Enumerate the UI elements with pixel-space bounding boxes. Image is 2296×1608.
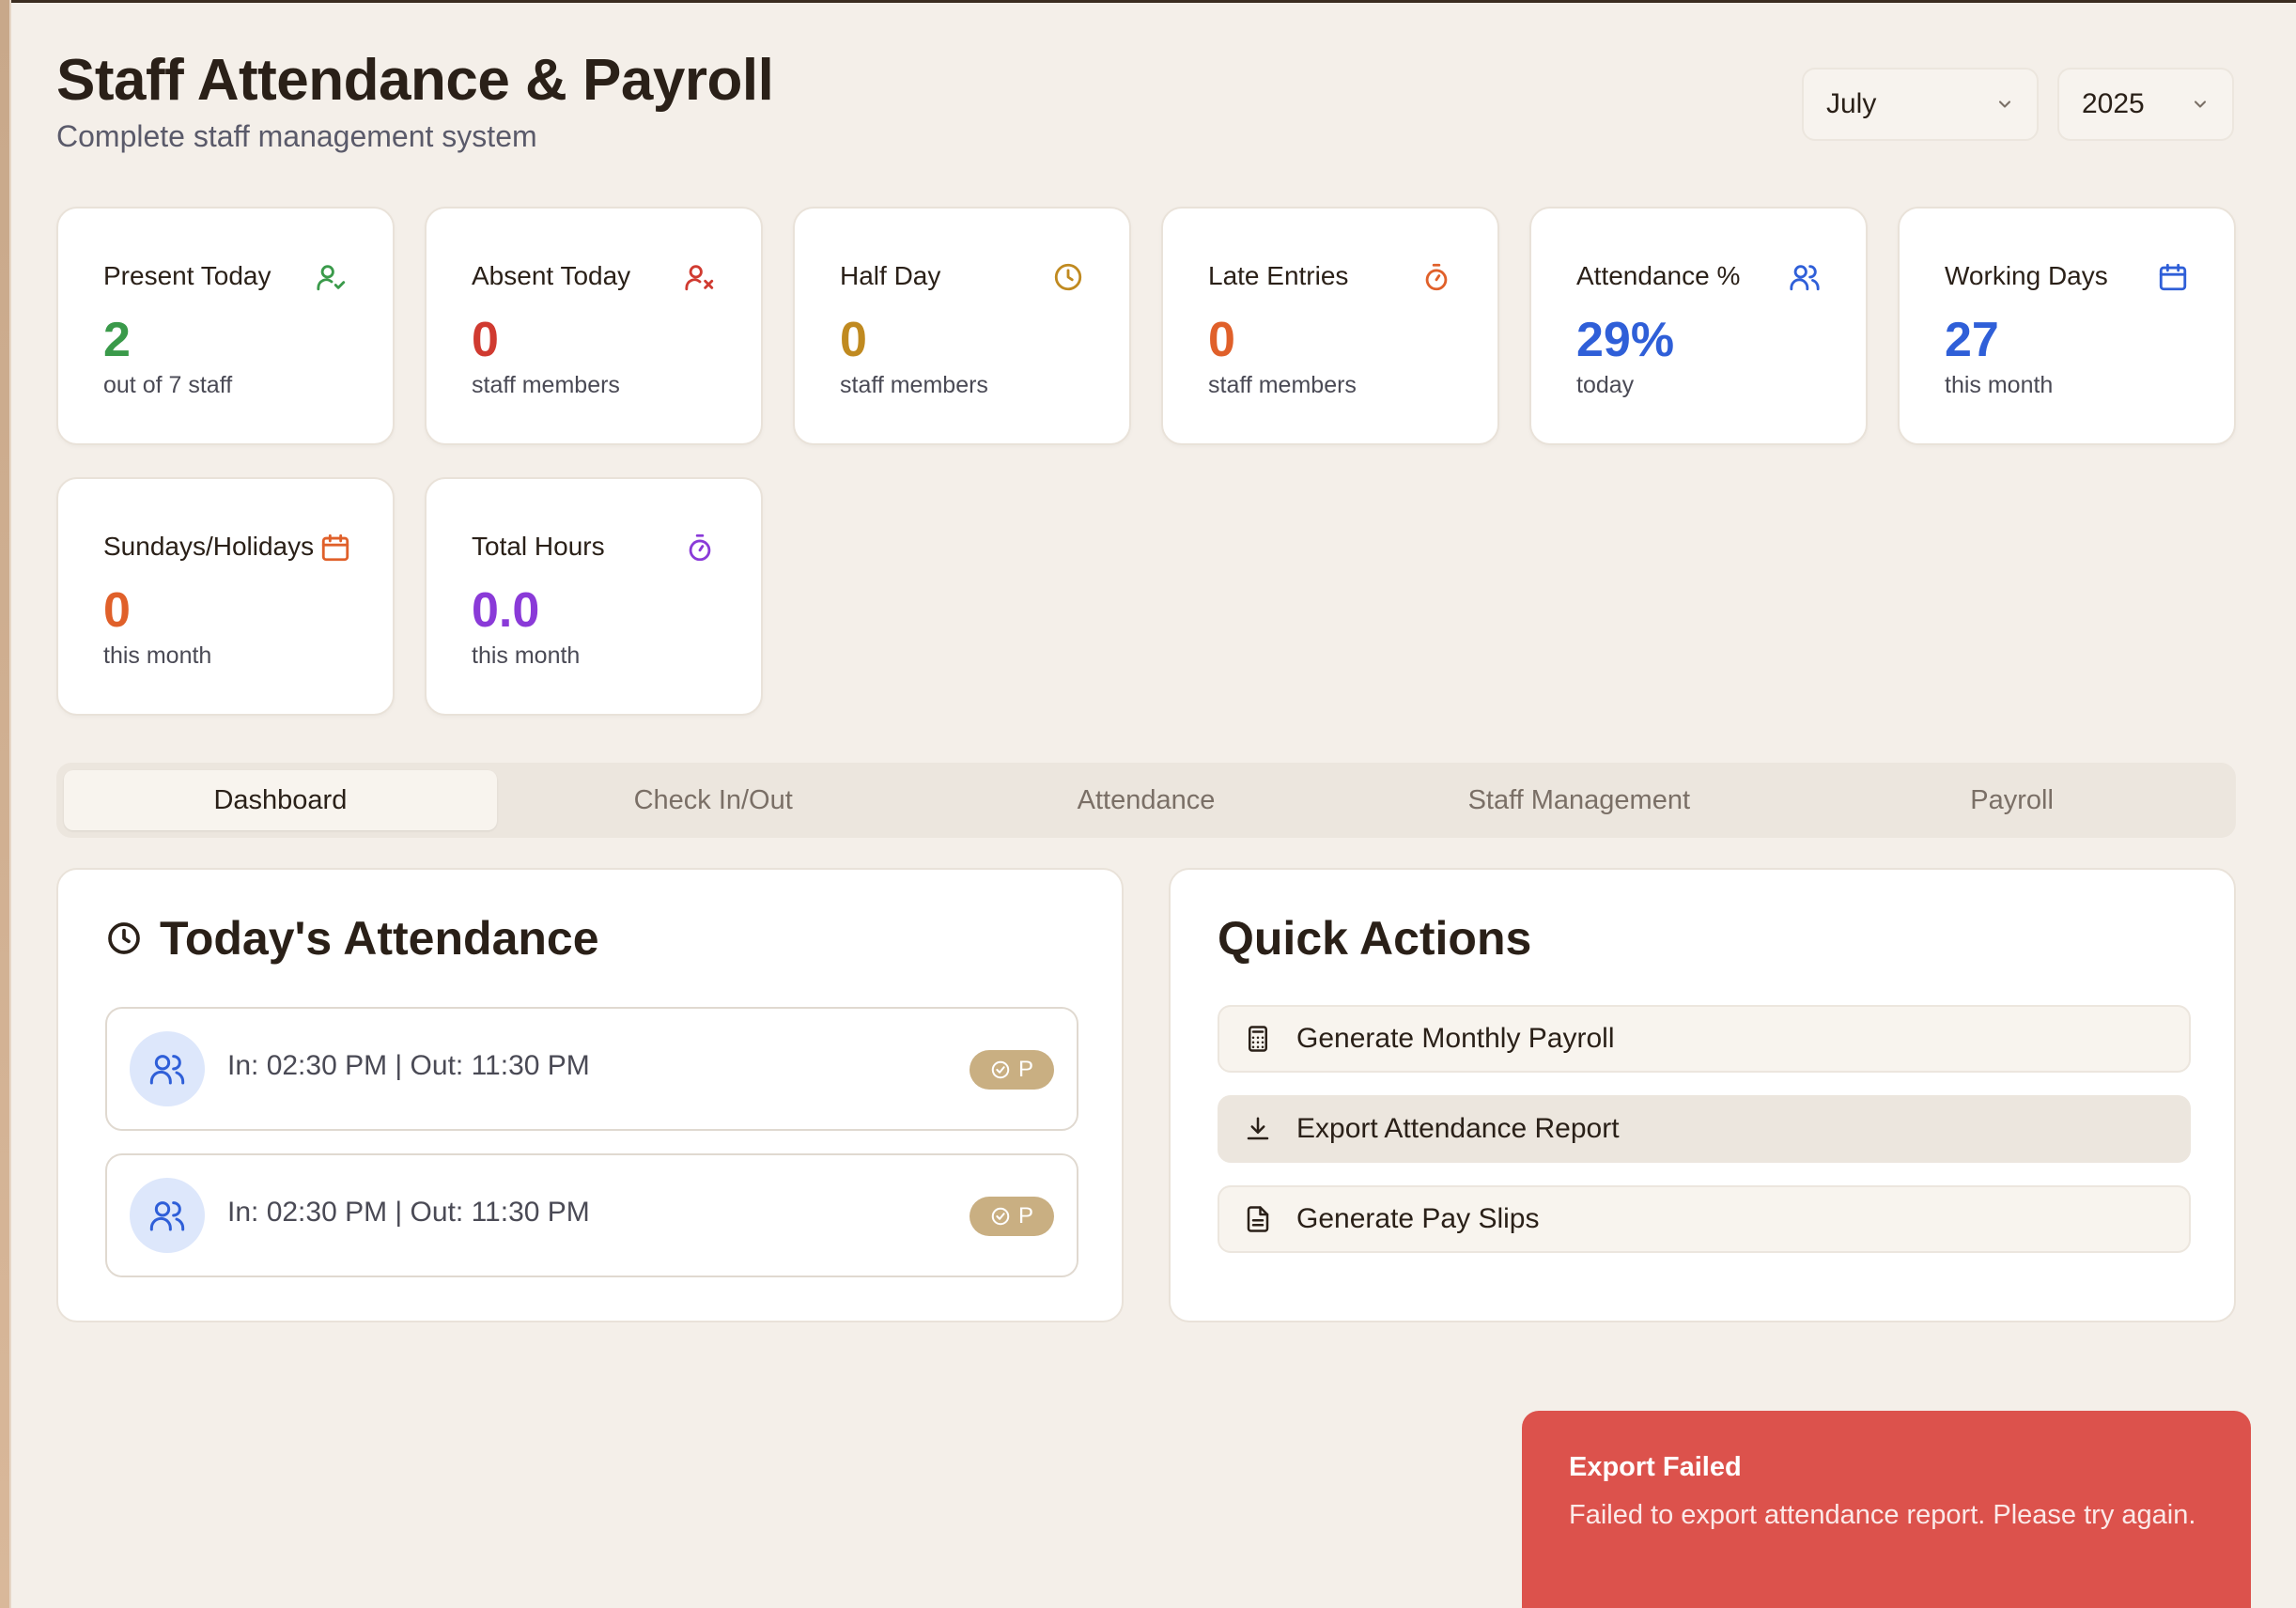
tab-check-in-out[interactable]: Check In/Out: [497, 770, 930, 830]
users-icon: [149, 1055, 185, 1085]
export-attendance-report-button[interactable]: Export Attendance Report: [1218, 1095, 2191, 1163]
status-badge: P: [970, 1050, 1054, 1090]
button-label: Generate Monthly Payroll: [1296, 1023, 1615, 1054]
toast-message: Failed to export attendance report. Plea…: [1569, 1500, 2196, 1530]
month-select-value: July: [1826, 88, 1877, 119]
quick-actions-heading: Quick Actions: [1218, 912, 1532, 965]
button-label: Generate Pay Slips: [1296, 1203, 1540, 1234]
stat-card-absent-today: Absent Today 0 staff members: [425, 207, 763, 445]
tab-payroll[interactable]: Payroll: [1795, 770, 2228, 830]
calendar-icon: [2159, 263, 2187, 291]
stat-card-attendance-percent: Attendance % 29% today: [1529, 207, 1868, 445]
stat-sub: this month: [103, 642, 212, 669]
stat-value: 0: [840, 313, 867, 367]
page-title: Staff Attendance & Payroll: [56, 48, 774, 113]
stat-sub: staff members: [840, 372, 988, 398]
stat-label: Total Hours: [472, 532, 605, 561]
stat-sub: out of 7 staff: [103, 372, 233, 398]
year-select-value: 2025: [2082, 88, 2145, 119]
left-edge-strip: [0, 0, 9, 1608]
chevron-down-icon: [1998, 100, 2011, 108]
stat-card-sundays-holidays: Sundays/Holidays 0 this month: [56, 477, 395, 716]
top-border: [0, 0, 2296, 3]
tab-staff-management[interactable]: Staff Management: [1362, 770, 1795, 830]
attendance-time: In: 02:30 PM | Out: 11:30 PM: [227, 1197, 590, 1228]
stat-label: Present Today: [103, 261, 271, 290]
avatar: [130, 1178, 205, 1253]
stat-sub: this month: [1945, 372, 2054, 398]
check-circle-icon: [991, 1060, 1010, 1079]
main-tabs: Dashboard Check In/Out Attendance Staff …: [56, 763, 2236, 838]
stat-label: Attendance %: [1576, 261, 1741, 290]
stat-card-total-hours: Total Hours 0.0 this month: [425, 477, 763, 716]
todays-attendance-heading: Today's Attendance: [105, 911, 599, 966]
tab-attendance[interactable]: Attendance: [930, 770, 1363, 830]
status-badge: P: [970, 1197, 1054, 1236]
stat-value: 0.0: [472, 583, 540, 638]
stat-sub: staff members: [472, 372, 620, 398]
stat-card-working-days: Working Days 27 this month: [1898, 207, 2236, 445]
stat-card-half-day: Half Day 0 staff members: [793, 207, 1131, 445]
tab-dashboard[interactable]: Dashboard: [64, 770, 497, 830]
calculator-icon: [1249, 1026, 1267, 1052]
stat-card-present-today: Present Today 2 out of 7 staff: [56, 207, 395, 445]
avatar: [130, 1031, 205, 1106]
calendar-icon: [321, 533, 349, 562]
generate-monthly-payroll-button[interactable]: Generate Monthly Payroll: [1218, 1005, 2191, 1073]
stat-label: Absent Today: [472, 261, 631, 290]
user-check-icon: [317, 265, 346, 291]
stat-value: 0: [1208, 313, 1235, 367]
page-header: Staff Attendance & Payroll Complete staf…: [56, 47, 774, 154]
stat-label: Working Days: [1945, 261, 2108, 290]
chevron-down-icon: [2194, 100, 2207, 108]
stat-label: Late Entries: [1208, 261, 1349, 290]
clock-icon: [1054, 263, 1082, 291]
stat-value: 2: [103, 313, 131, 367]
left-edge-divider: [9, 0, 11, 1608]
status-badge-text: P: [1017, 1203, 1033, 1229]
error-toast[interactable]: Export Failed Failed to export attendanc…: [1522, 1411, 2251, 1608]
button-label: Export Attendance Report: [1296, 1113, 1620, 1144]
stat-value: 29%: [1576, 313, 1675, 367]
stat-value: 0: [472, 313, 499, 367]
user-x-icon: [685, 265, 714, 291]
stat-card-late-entries: Late Entries 0 staff members: [1161, 207, 1499, 445]
stat-sub: staff members: [1208, 372, 1357, 398]
clock-icon: [108, 922, 140, 954]
stat-label: Sundays/Holidays: [103, 532, 315, 561]
generate-pay-slips-button[interactable]: Generate Pay Slips: [1218, 1185, 2191, 1253]
panel-title-text: Today's Attendance: [160, 912, 599, 965]
quick-actions-panel: Quick Actions Generate Monthly Payroll E…: [1169, 868, 2236, 1322]
todays-attendance-panel: Today's Attendance In: 02:30 PM | Out: 1…: [56, 868, 1124, 1322]
users-icon: [149, 1201, 185, 1231]
page-subtitle: Complete staff management system: [56, 119, 537, 153]
month-select[interactable]: July: [1802, 68, 2039, 141]
period-filters: July 2025: [1802, 68, 2234, 141]
stat-sub: today: [1576, 372, 1635, 398]
year-select[interactable]: 2025: [2057, 68, 2234, 141]
users-icon: [1790, 265, 1820, 291]
attendance-row[interactable]: In: 02:30 PM | Out: 11:30 PM P: [105, 1153, 1078, 1277]
stat-label: Half Day: [840, 261, 941, 290]
check-circle-icon: [991, 1207, 1010, 1226]
attendance-row[interactable]: In: 02:30 PM | Out: 11:30 PM P: [105, 1007, 1078, 1131]
status-badge-text: P: [1017, 1057, 1033, 1082]
toast-title: Export Failed: [1569, 1452, 1742, 1482]
timer-icon: [1425, 263, 1448, 291]
attendance-time: In: 02:30 PM | Out: 11:30 PM: [227, 1050, 590, 1081]
stat-sub: this month: [472, 642, 581, 669]
timer-icon: [689, 533, 711, 562]
stat-value: 27: [1945, 313, 1999, 367]
file-text-icon: [1247, 1206, 1269, 1232]
stat-value: 0: [103, 583, 131, 638]
download-icon: [1247, 1117, 1269, 1140]
